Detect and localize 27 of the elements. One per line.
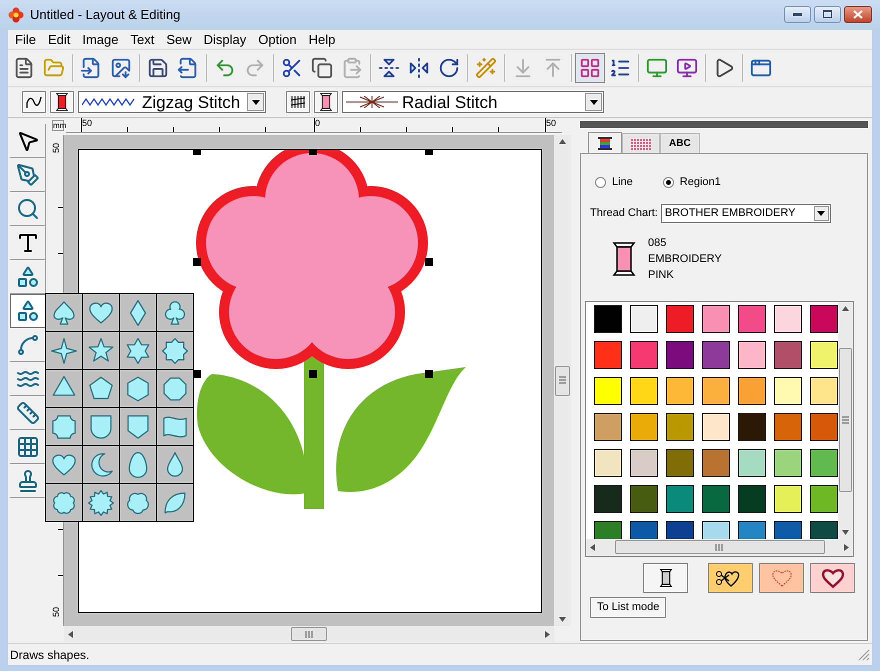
menu-item[interactable]: File: [9, 30, 42, 49]
ruler-label: 50: [51, 143, 61, 153]
mode-radio[interactable]: Region1: [662, 174, 721, 190]
menu-item[interactable]: Text: [124, 30, 160, 49]
region-stitch-dropdown[interactable]: Radial Stitch: [342, 91, 604, 113]
ruler-label: 0: [315, 118, 320, 128]
thread-info-line: 085: [648, 236, 668, 250]
window-title: Untitled - Layout & Editing: [30, 6, 180, 24]
panel-tab[interactable]: ABC: [660, 133, 700, 153]
line-stitch-dropdown[interactable]: Zigzag Stitch: [78, 91, 266, 113]
mode-radio[interactable]: Line: [595, 174, 633, 190]
thread-info-line: EMBROIDERY: [648, 252, 722, 266]
menu-item[interactable]: Edit: [42, 30, 76, 49]
list-mode-button[interactable]: To List mode: [590, 596, 666, 618]
menu-item[interactable]: Sew: [160, 30, 198, 49]
thread-chart-dropdown[interactable]: BROTHER EMBROIDERY: [660, 204, 831, 222]
menu-item[interactable]: Image: [76, 30, 124, 49]
menu-item[interactable]: Help: [302, 30, 342, 49]
ruler-label: 50: [51, 607, 61, 617]
status-text: Draws shapes.: [10, 646, 90, 664]
thread-chart-label: Thread Chart:: [590, 206, 658, 221]
ruler-label: 50: [82, 118, 92, 128]
ruler-label: 50: [546, 118, 556, 128]
ruler-unit-label: mm: [52, 120, 64, 131]
menu-item[interactable]: Option: [252, 30, 303, 49]
thread-info-line: PINK: [648, 268, 675, 282]
menu-item[interactable]: Display: [198, 30, 252, 49]
